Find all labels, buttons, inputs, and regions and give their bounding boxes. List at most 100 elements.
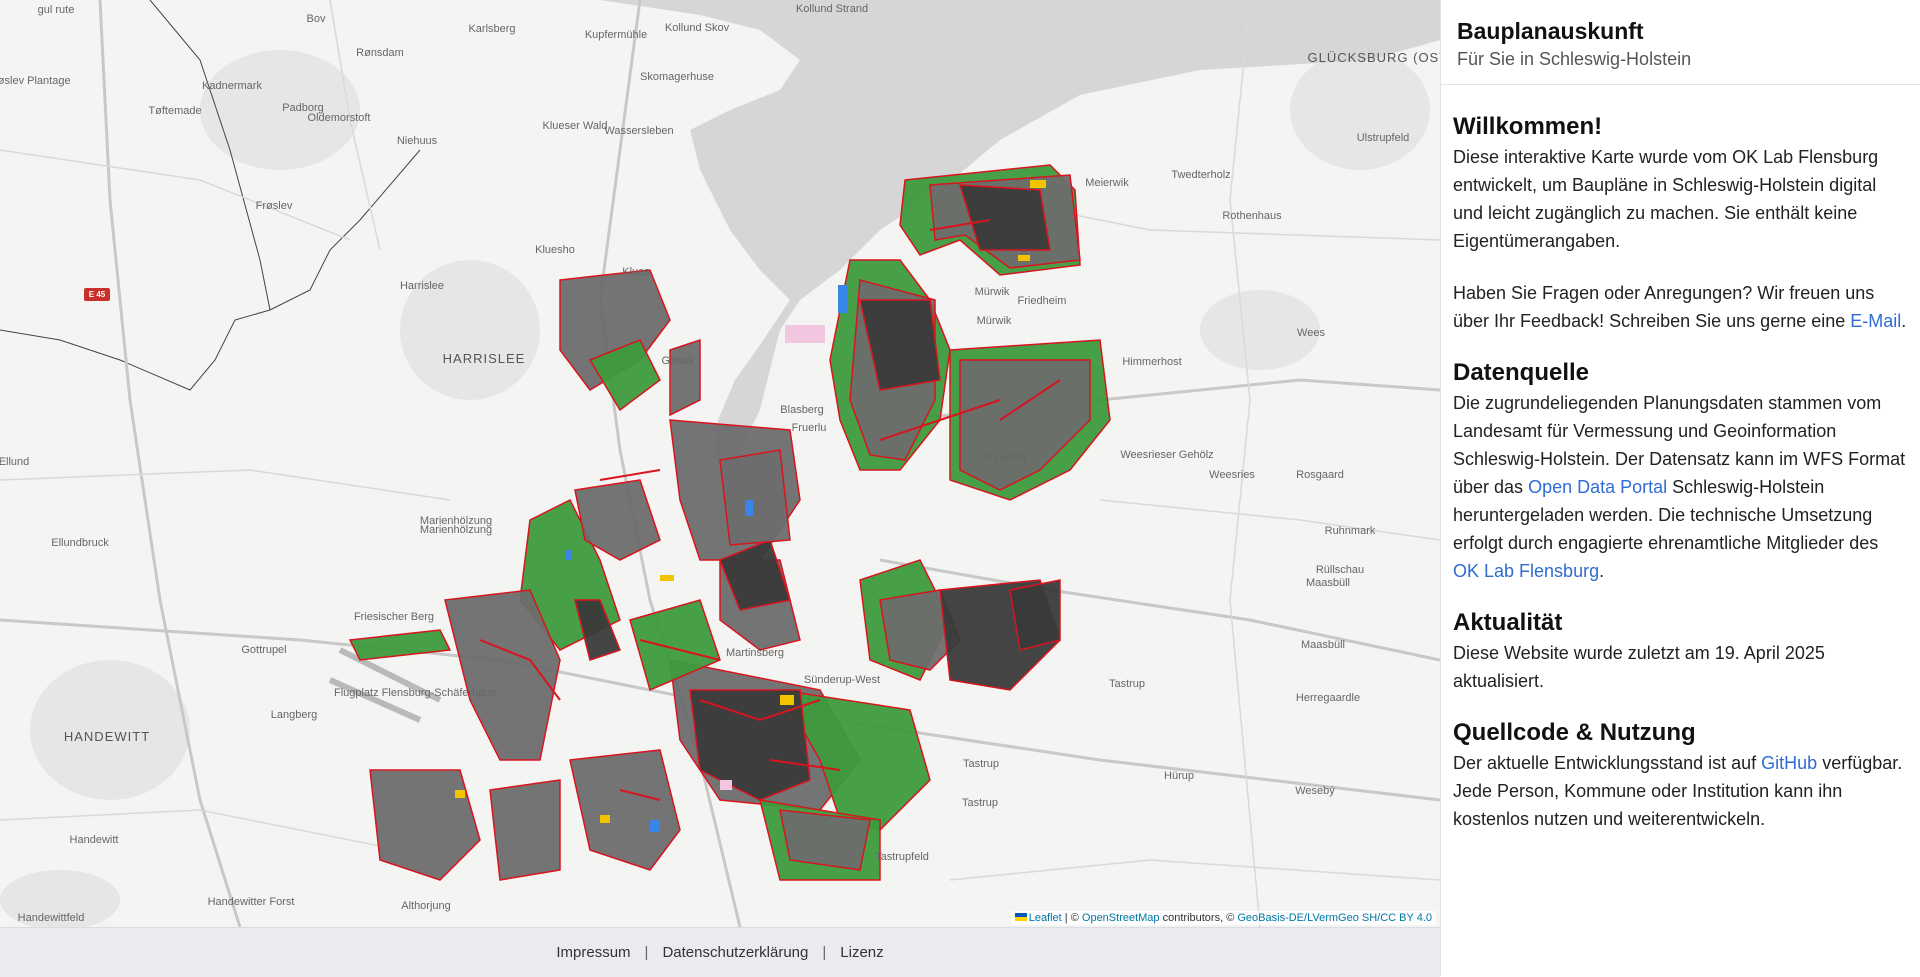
datenschutz-link[interactable]: Datenschutzerklärung <box>648 944 822 961</box>
place-label: Wassersleben <box>604 125 674 137</box>
sidebar-content: Willkommen! Diese interaktive Karte wurd… <box>1441 85 1920 833</box>
place-label: Martinsberg <box>725 647 785 659</box>
place-label: Engelsby <box>982 452 1028 464</box>
footer-bar: Impressum | Datenschutzerklärung | Lizen… <box>0 927 1440 977</box>
planning-area[interactable] <box>779 809 871 871</box>
place-label: Ellund <box>0 456 30 468</box>
planning-area[interactable] <box>719 449 791 546</box>
planning-area[interactable] <box>489 779 561 881</box>
lizenz-link[interactable]: Lizenz <box>826 944 897 961</box>
info-sidebar: Bauplanauskunft Für Sie in Schleswig-Hol… <box>1440 0 1920 976</box>
place-label: Wesebý <box>1295 785 1335 797</box>
map-viewport[interactable]: gul rute Bov Karlsberg Kollund Skov Kupfermü… <box>0 0 1440 927</box>
place-label: Rønsdam <box>356 47 404 59</box>
road-badge-e45: E 45 <box>84 288 110 301</box>
place-label: Kollund Skov <box>664 22 730 34</box>
place-label: Tastrup <box>961 797 999 809</box>
place-label: Frøslev <box>255 200 293 212</box>
planning-area-accent[interactable] <box>745 500 753 516</box>
place-label: Wees <box>1297 327 1325 339</box>
place-label: Galwik <box>661 355 695 367</box>
attribution-sep: | © <box>1064 912 1079 924</box>
place-label: Mürwik <box>976 315 1012 327</box>
update-text: Diese Website wurde zuletzt am 19. April… <box>1453 643 1825 691</box>
leaflet-link[interactable]: Leaflet <box>1029 912 1062 924</box>
place-label: Rüllschau <box>1315 564 1365 576</box>
place-label: Weesrieser Gehölz <box>1120 449 1214 461</box>
planning-area[interactable] <box>1009 579 1061 651</box>
source-text: Die zugrundeliegenden Planungsdaten stam… <box>1453 389 1908 585</box>
place-label: Mürwik <box>974 286 1010 298</box>
impressum-link[interactable]: Impressum <box>542 944 644 961</box>
planning-area-accent[interactable] <box>1030 180 1046 188</box>
place-label: Tastrup <box>1108 678 1146 690</box>
planning-area-accent[interactable] <box>720 780 732 790</box>
welcome-heading: Willkommen! <box>1453 113 1603 140</box>
welcome-text: Diese interaktive Karte wurde vom OK Lab… <box>1453 147 1879 251</box>
place-label: Handewitt <box>69 834 119 846</box>
place-label: GLÜCKSBURG (OSTSEE) <box>1307 50 1440 65</box>
place-label: Handewittfeld <box>17 912 85 924</box>
place-label: Friedheim <box>1017 295 1067 307</box>
place-label: Friesischer Berg <box>353 611 435 623</box>
ukraine-flag-icon <box>1014 913 1027 921</box>
source-text-after: . <box>1599 561 1605 581</box>
code-text-before: Der aktuelle Entwicklungsstand ist auf <box>1453 753 1762 773</box>
open-data-portal-link[interactable]: Open Data Portal <box>1528 477 1667 497</box>
github-link[interactable]: GitHub <box>1761 753 1817 773</box>
place-label: Herregaardle <box>1295 692 1361 704</box>
planning-area-accent[interactable] <box>660 575 674 581</box>
place-label: Kluesho <box>535 244 575 256</box>
place-label: Maasbüll <box>1300 639 1346 651</box>
place-label: Althorjung <box>401 900 451 912</box>
place-label: Kupfermühle <box>584 29 648 41</box>
place-label: Tastrupfeld <box>875 851 929 863</box>
app-title: Bauplanauskunft <box>1457 18 1644 44</box>
place-label: Klues <box>622 266 650 278</box>
planning-area-accent[interactable] <box>1018 255 1030 261</box>
place-label: Ulstrupfeld <box>1356 132 1410 144</box>
place-label: Tastrup <box>962 758 1000 770</box>
place-label: Bov <box>306 13 326 25</box>
place-label: Fruerlu <box>791 422 827 434</box>
place-label: Oldemorstoft <box>307 112 371 124</box>
place-label: Rosgaard <box>1296 469 1344 481</box>
place-label: Marienhölzung <box>419 524 493 536</box>
planning-area-accent[interactable] <box>455 790 465 798</box>
place-label: Twedterholz <box>1171 169 1231 181</box>
place-label: Klueser Wald <box>542 120 608 132</box>
map-canvas[interactable] <box>0 0 1440 927</box>
source-heading: Datenquelle <box>1453 359 1590 386</box>
planning-area-accent[interactable] <box>566 550 572 560</box>
place-label: Harrislee <box>399 280 445 292</box>
place-label: Meierwik <box>1085 177 1129 189</box>
place-label: Rothenhaus <box>1222 210 1282 222</box>
email-link[interactable]: E-Mail <box>1850 311 1901 331</box>
osm-link[interactable]: OpenStreetMap <box>1082 912 1160 924</box>
oklab-link[interactable]: OK Lab Flensburg <box>1453 561 1599 581</box>
place-label: Kollund Strand <box>795 3 869 15</box>
app-subtitle: Für Sie in Schleswig-Holstein <box>1457 49 1692 69</box>
brand-header: Bauplanauskunft Für Sie in Schleswig-Hol… <box>1441 0 1920 85</box>
planning-area-accent[interactable] <box>650 820 660 832</box>
planning-area-accent[interactable] <box>600 815 610 823</box>
code-text: Der aktuelle Entwicklungsstand ist auf G… <box>1453 749 1908 833</box>
place-label: Hürup <box>1164 770 1194 782</box>
place-label: Niehuus <box>396 135 438 147</box>
planning-area-accent[interactable] <box>785 325 825 343</box>
feedback-text: Haben Sie Fragen oder Anregungen? Wir fr… <box>1453 279 1908 335</box>
place-label: Kadnermark <box>202 80 262 92</box>
place-label: HARRISLEE <box>442 351 526 366</box>
place-label: Ellundbruck <box>51 537 109 549</box>
geobasis-link[interactable]: GeoBasis-DE/LVermGeo SH/CC BY 4.0 <box>1237 912 1432 924</box>
planning-area-accent[interactable] <box>780 695 794 705</box>
place-label: gul rute <box>37 4 75 16</box>
place-label: Frøslev Plantage <box>0 75 71 87</box>
feedback-text-after: . <box>1901 311 1907 331</box>
place-label: Flugplatz Flensburg-Schäferhaus <box>333 687 497 699</box>
planning-area-accent[interactable] <box>838 285 848 313</box>
place-label: Blasberg <box>780 404 824 416</box>
feedback-text-before: Haben Sie Fragen oder Anregungen? Wir fr… <box>1453 283 1875 331</box>
attribution-contributors: contributors, © <box>1162 912 1235 924</box>
place-label: Weesries <box>1209 469 1255 481</box>
